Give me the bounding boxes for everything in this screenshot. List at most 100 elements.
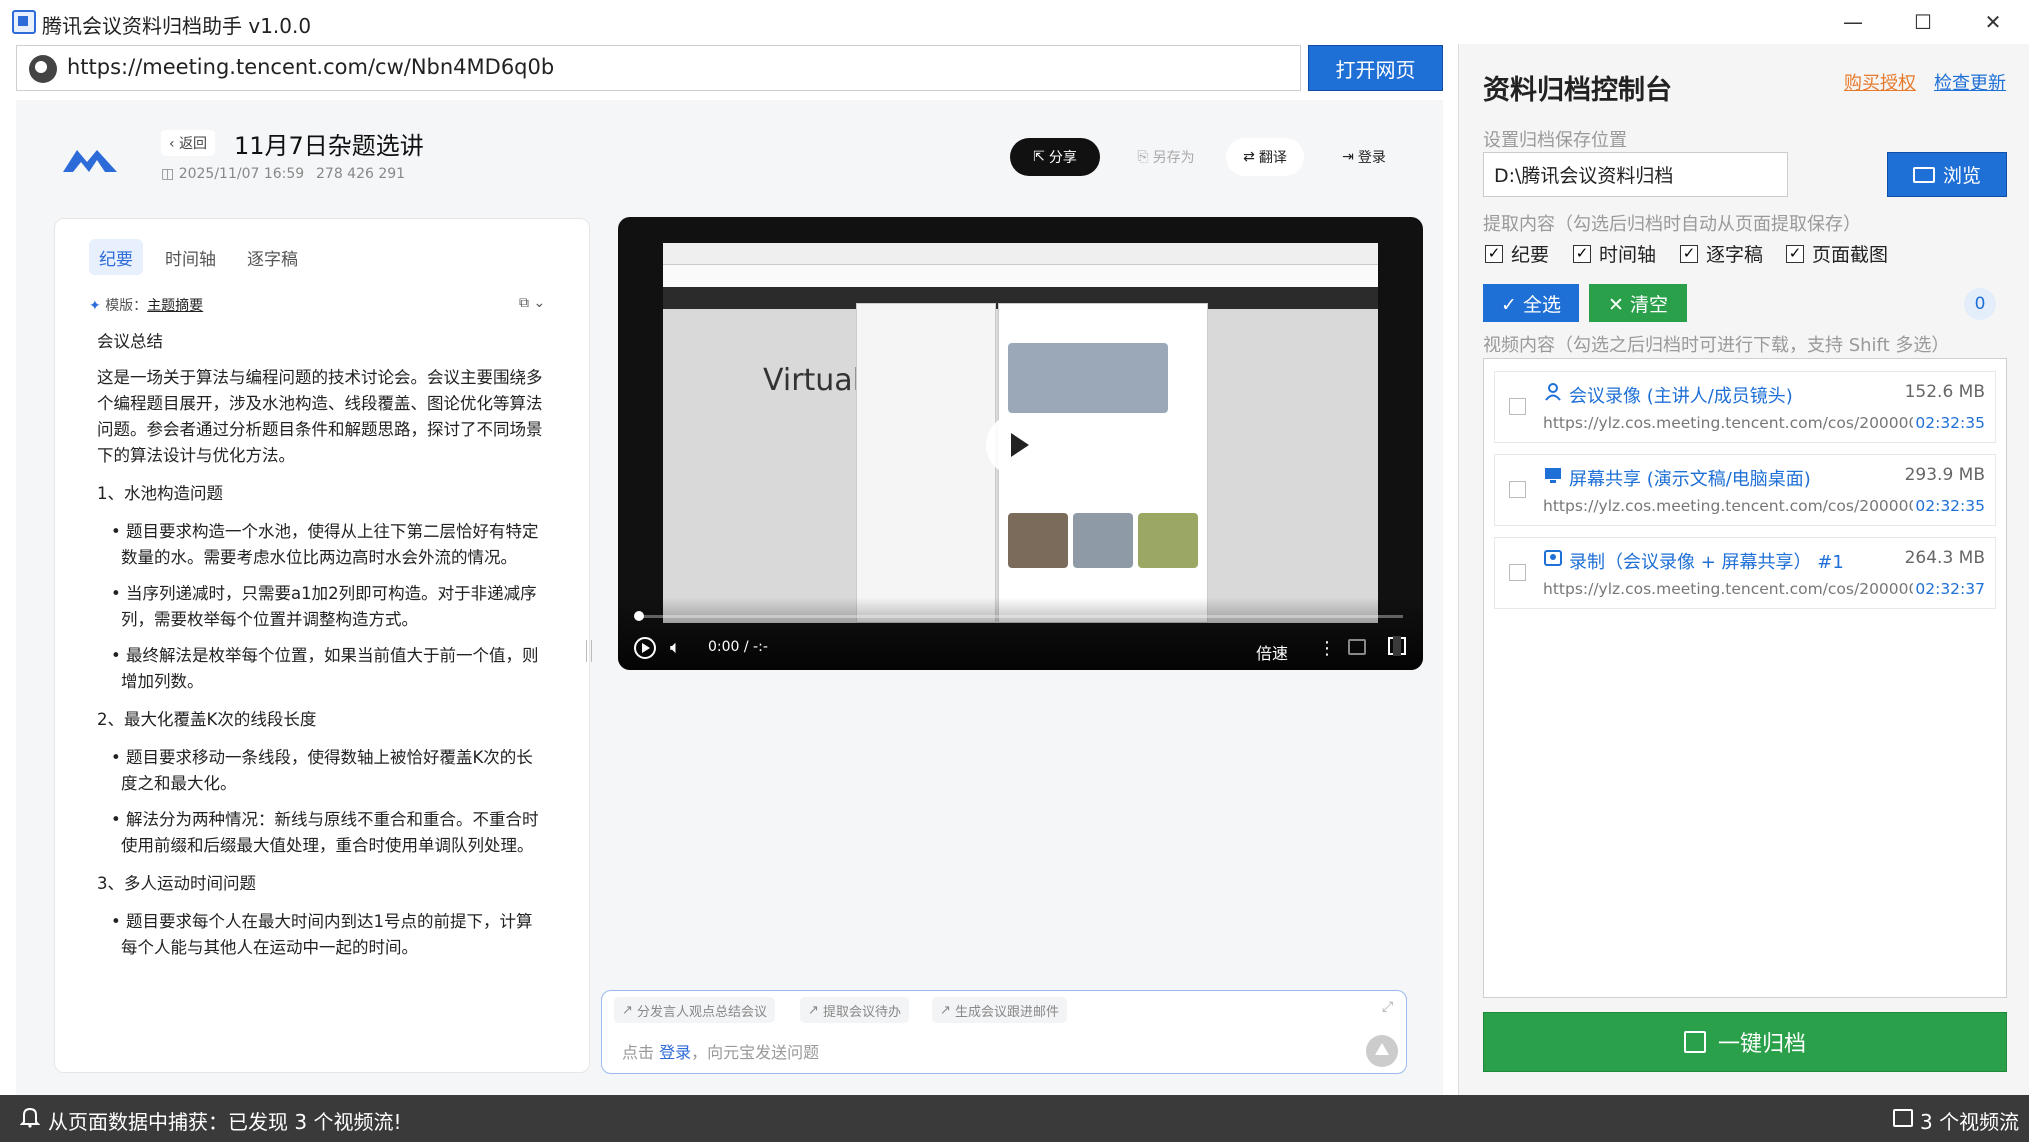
section-heading: 2、最大化覆盖K次的线段长度 [97,710,317,729]
video-duration: 02:32:35 [1915,497,1985,515]
controls-shade [618,597,1423,670]
globe-icon [29,55,57,83]
video-player[interactable]: Virtual J 🔈︎ 0:00 / -:- 倍速 ⋮ [618,217,1423,670]
video-duration: 02:32:37 [1915,580,1985,598]
checkbox-timeline[interactable]: ✓ 时间轴 [1573,240,1656,267]
frame-navbar [663,265,1378,287]
maximize-button[interactable]: ☐ [1888,0,1958,44]
pip-icon[interactable] [1348,639,1366,655]
tab-transcript[interactable]: 逐字稿 [237,239,308,275]
video-size: 264.3 MB [1904,548,1985,568]
minimize-button[interactable]: — [1818,0,1888,44]
video-url: https://ylz.cos.meeting.tencent.com/cos/… [1543,497,1913,515]
checkbox-summary[interactable]: ✓ 纪要 [1485,240,1549,267]
close-button[interactable]: ✕ [1958,0,2028,44]
frame-tabbar [663,243,1378,265]
checkbox-box[interactable]: ✓ [1485,244,1503,263]
more-icon[interactable]: ⋮ [1318,638,1336,659]
panel-resize-handle[interactable] [586,640,592,662]
back-button[interactable]: ‹ 返回 [161,130,216,156]
video-checkbox[interactable] [1509,481,1526,498]
video-section-label: 视频内容（勾选之后归档时可进行下载，支持 Shift 多选） [1483,335,1950,356]
translate-button[interactable]: ⇄ 翻译 [1226,138,1304,176]
save-icon: ⎘ [1137,149,1149,165]
section-heading: 3、多人运动时间问题 [97,874,256,893]
browse-button[interactable]: 浏览 [1887,152,2007,197]
frame-tile [1138,513,1198,568]
suggestion-chip[interactable]: ↗ 分发言人观点总结会议 [614,997,776,1023]
bell-icon [20,1107,40,1128]
tab-timeline[interactable]: 时间轴 [155,239,226,275]
save-path-input[interactable]: D:\腾讯会议资料归档 [1483,152,1788,197]
fullscreen-icon[interactable] [1388,636,1406,656]
translate-label: 翻译 [1258,150,1287,166]
section-heading: 1、水池构造问题 [97,484,223,503]
video-item[interactable]: 录制（会议录像 + 屏幕共享） #1 264.3 MB https://ylz.… [1494,537,1996,609]
select-all-button[interactable]: ✓ 全选 [1483,284,1579,322]
summary-content: 会议总结 这是一场关于算法与编程问题的技术讨论会。会议主要围绕多个编程题目展开，… [97,329,547,971]
app-icon [12,10,36,34]
ai-hint[interactable]: 点击 登录，向元宝发送问题 [622,1039,819,1063]
frame-start-menu [856,303,996,623]
checkbox-screenshot[interactable]: ✓ 页面截图 [1786,240,1888,267]
video-title: 会议录像 (主讲人/成员镜头) [1569,386,1793,407]
browse-label: 浏览 [1942,165,1981,187]
video-duration: 02:32:35 [1915,414,1985,432]
checkbox-box[interactable]: ✓ [1786,244,1804,263]
archive-label: 一键归档 [1717,1032,1806,1057]
check-update-link[interactable]: 检查更新 [1934,69,2006,95]
video-item[interactable]: 屏幕共享 (演示文稿/电脑桌面) 293.9 MB https://ylz.co… [1494,454,1996,526]
save-path-label: 设置归档保存位置 [1483,130,1627,151]
share-button[interactable]: ⇱ 分享 [1010,138,1100,176]
hint-suffix: ，向元宝发送问题 [691,1043,820,1062]
expand-icon[interactable]: ⤢ [1382,999,1393,1015]
video-url: https://ylz.cos.meeting.tencent.com/cos/… [1543,414,1913,432]
url-text[interactable]: https://meeting.tencent.com/cw/Nbn4MD6q0… [67,55,554,79]
template-row: ✦ 模版：主题摘要 [89,295,203,315]
video-item[interactable]: 会议录像 (主讲人/成员镜头) 152.6 MB https://ylz.cos… [1494,371,1996,443]
frame-weather-card [1008,343,1168,413]
meeting-id: 278 426 291 [316,166,406,182]
progress-handle[interactable] [634,611,644,621]
login-icon: ⇥ [1342,149,1354,165]
play-pause-icon[interactable] [634,637,656,659]
checkbox-label: 纪要 [1511,244,1550,266]
login-button[interactable]: ⇥ 登录 [1331,138,1397,176]
url-field[interactable]: https://meeting.tencent.com/cw/Nbn4MD6q0… [16,45,1301,91]
checkbox-box[interactable]: ✓ [1573,244,1591,263]
title-bar: 腾讯会议资料归档助手 v1.0.0 — ☐ ✕ [0,0,2029,44]
video-url: https://ylz.cos.meeting.tencent.com/cos/… [1543,580,1913,598]
video-checkbox[interactable] [1509,564,1526,581]
status-bar: 从页面数据中捕获：已发现 3 个视频流! 3 个视频流 [0,1095,2029,1142]
archive-control-panel: 资料归档控制台 购买授权 检查更新 设置归档保存位置 D:\腾讯会议资料归档 浏… [1458,44,2029,1095]
volume-icon[interactable]: 🔈︎ [670,637,681,658]
open-page-button[interactable]: 打开网页 [1308,45,1443,91]
speed-button[interactable]: 倍速 [1256,640,1288,664]
checkbox-transcript[interactable]: ✓ 逐字稿 [1680,240,1763,267]
save-as-button[interactable]: ⎘ 另存为 [1124,138,1208,176]
ai-question-box[interactable]: ↗ 分发言人观点总结会议 ↗ 提取会议待办 ↗ 生成会议跟进邮件 ⤢ 点击 登录… [601,990,1407,1074]
clear-button[interactable]: ✕ 清空 [1589,284,1687,322]
template-name[interactable]: 主题摘要 [147,298,203,314]
folder-icon [1912,166,1935,183]
tab-summary[interactable]: 纪要 [89,239,143,275]
buy-license-link[interactable]: 购买授权 [1844,69,1916,95]
panel-title: 资料归档控制台 [1483,75,1672,106]
checkbox-box[interactable]: ✓ [1680,244,1698,263]
archive-button[interactable]: 一键归档 [1483,1012,2007,1072]
back-label: 返回 [179,136,208,152]
hint-login-link[interactable]: 登录 [659,1043,691,1062]
video-size: 293.9 MB [1904,465,1985,485]
play-icon[interactable] [986,414,1048,476]
send-icon[interactable] [1366,1035,1398,1067]
status-message: 从页面数据中捕获：已发现 3 个视频流! [48,1110,402,1134]
copy-icon[interactable]: ⧉ ⌄ [519,295,549,313]
video-checkbox[interactable] [1509,398,1526,415]
app-title: 腾讯会议资料归档助手 v1.0.0 [42,14,312,38]
share-icon: ⇱ [1033,149,1045,165]
save-disk-icon [1683,1031,1706,1053]
suggestion-chip[interactable]: ↗ 提取会议待办 [800,997,910,1023]
suggestion-chip[interactable]: ↗ 生成会议跟进邮件 [932,997,1068,1023]
progress-bar[interactable] [638,615,1403,618]
monitor-icon [1545,468,1561,483]
